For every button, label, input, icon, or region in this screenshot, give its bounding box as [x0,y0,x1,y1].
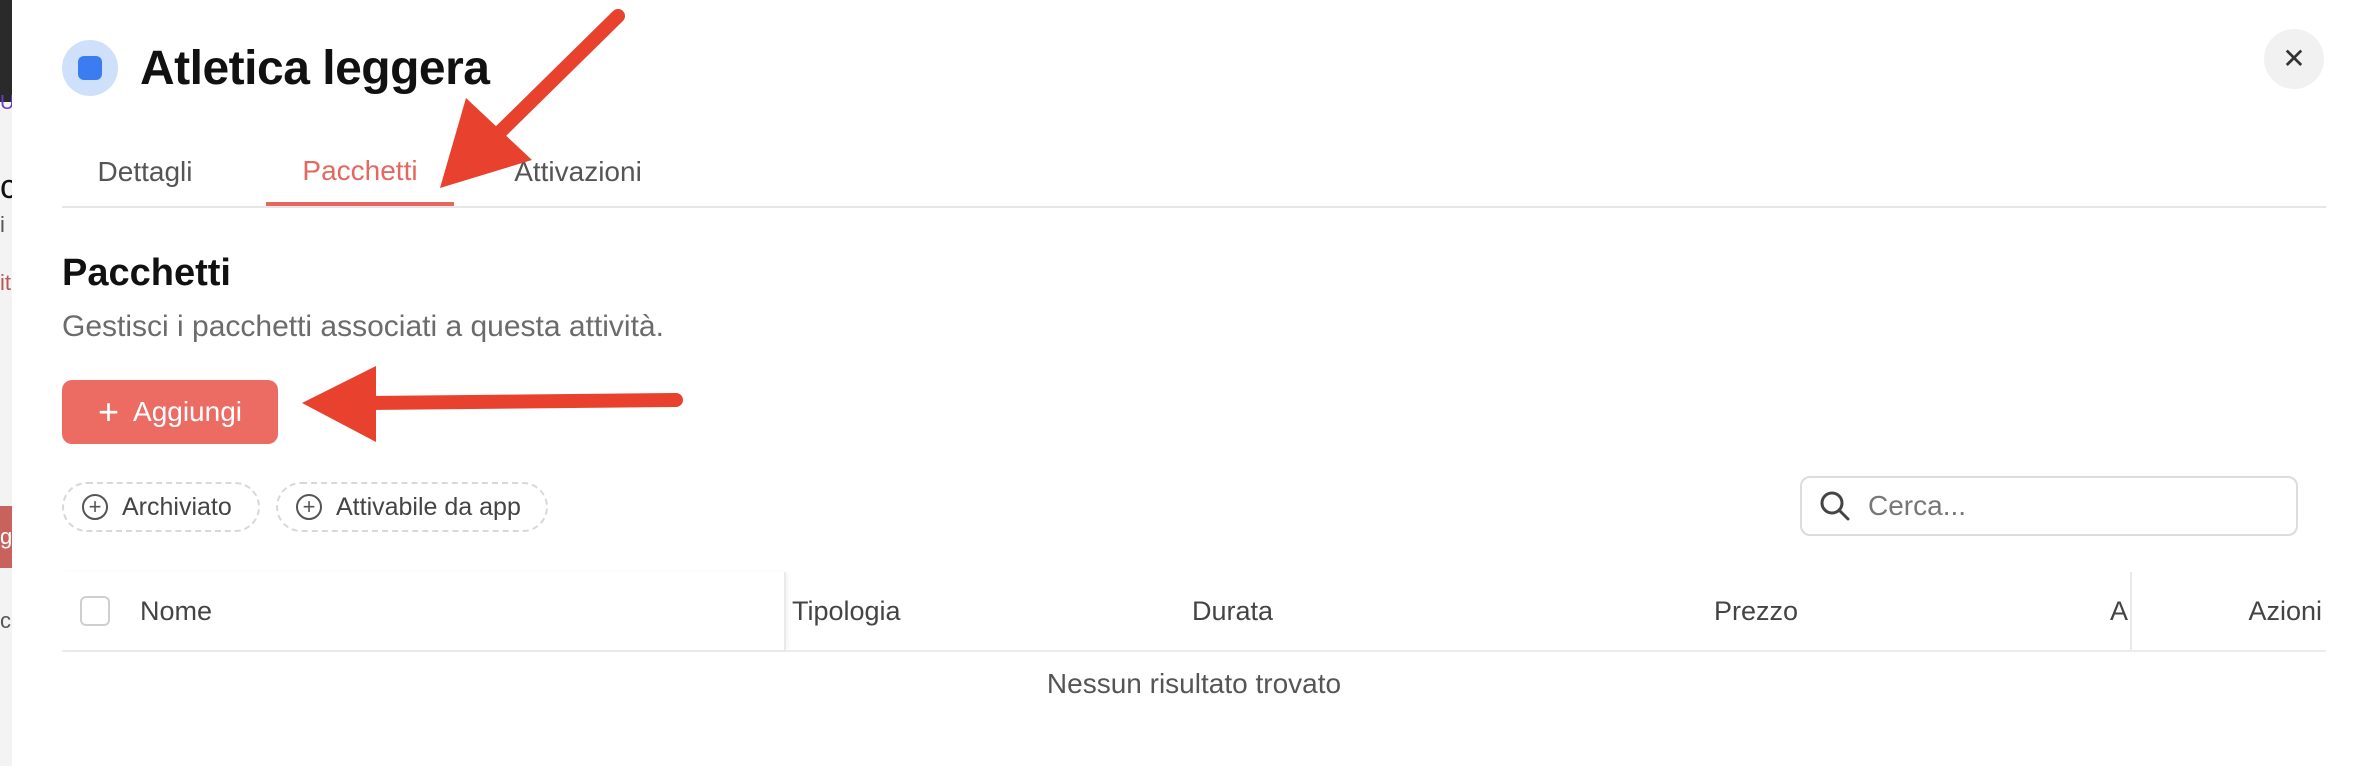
annotation-arrows [302,9,683,442]
arrow-to-add-button-icon [302,366,683,442]
arrow-to-tab-icon [440,9,625,188]
